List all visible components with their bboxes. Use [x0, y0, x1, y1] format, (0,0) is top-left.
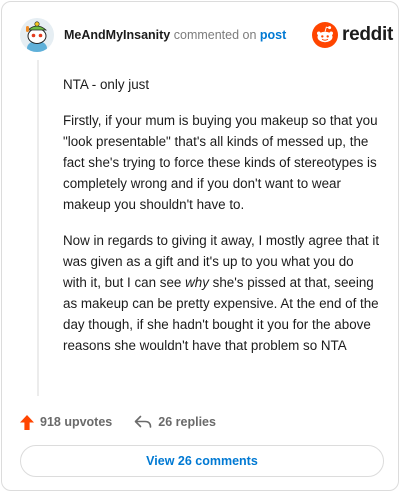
- snoo-avatar-icon[interactable]: [20, 18, 54, 52]
- byline: MeAndMyInsanity commented on post: [64, 28, 286, 42]
- replies-button[interactable]: 26 replies: [134, 415, 216, 429]
- thread-line: [37, 60, 39, 396]
- reddit-wordmark: reddit: [342, 24, 393, 45]
- comment-card: MeAndMyInsanity commented on post reddit…: [1, 1, 399, 491]
- comment-body: NTA - only just Firstly, if your mum is …: [63, 74, 381, 371]
- post-link[interactable]: post: [260, 28, 286, 42]
- comment-actions: 918 upvotes 26 replies: [20, 412, 216, 432]
- reddit-brand[interactable]: reddit: [312, 22, 393, 48]
- upvote-count: 918 upvotes: [40, 415, 113, 429]
- comment-paragraph-2: Firstly, if your mum is buying you makeu…: [63, 113, 378, 212]
- byline-action-text: commented on: [170, 28, 260, 42]
- comment-paragraph-3: Now in regards to giving it away, I most…: [63, 230, 381, 356]
- reply-arrow-icon: [134, 415, 152, 428]
- view-comments-button[interactable]: View 26 comments: [20, 445, 384, 477]
- upvote-arrow-icon: [20, 414, 34, 430]
- comment-paragraph-1: NTA - only just: [63, 77, 150, 92]
- comment-header: MeAndMyInsanity commented on post reddit: [2, 2, 398, 66]
- upvote-button[interactable]: 918 upvotes: [20, 414, 113, 430]
- reddit-logo-icon: [312, 22, 338, 48]
- reply-count: 26 replies: [158, 415, 216, 429]
- username-link[interactable]: MeAndMyInsanity: [64, 28, 170, 42]
- comment-emphasis: why: [185, 275, 209, 290]
